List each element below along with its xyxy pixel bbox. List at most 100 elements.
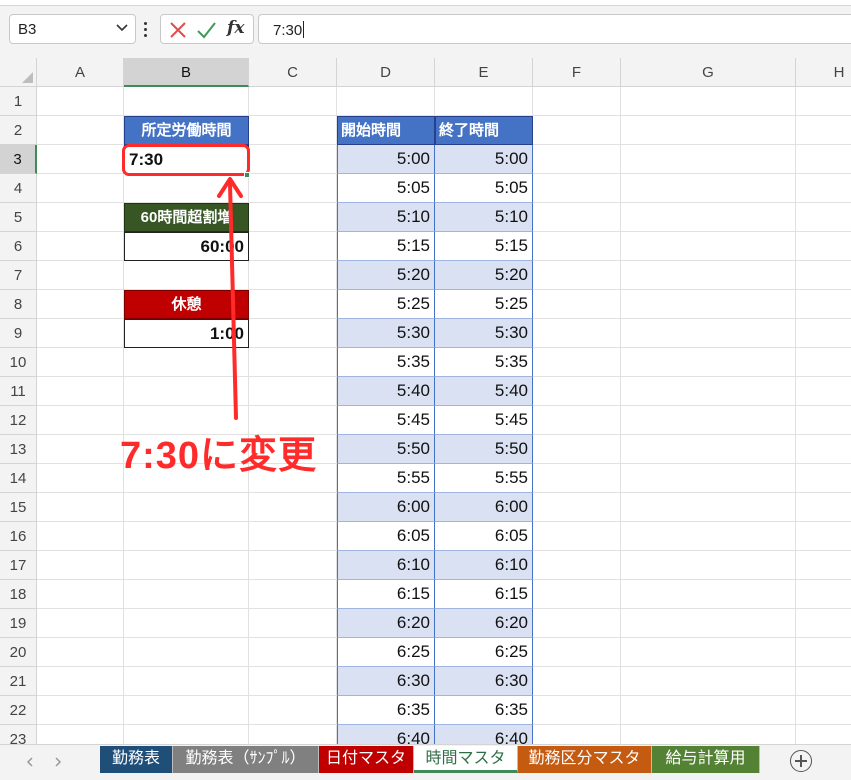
sheet-tab-work-category-master[interactable]: 勤務区分マスタ xyxy=(518,746,652,773)
gridline xyxy=(123,87,124,744)
start-time-cell[interactable]: 6:15 xyxy=(337,580,435,609)
row-header-18[interactable]: 18 xyxy=(0,580,37,609)
end-time-cell[interactable]: 6:05 xyxy=(435,522,533,551)
end-time-cell[interactable]: 5:20 xyxy=(435,261,533,290)
end-time-cell[interactable]: 5:50 xyxy=(435,435,533,464)
end-time-cell[interactable]: 6:30 xyxy=(435,667,533,696)
end-time-cell[interactable]: 5:35 xyxy=(435,348,533,377)
sheet-tab-time-master[interactable]: 時間マスタ xyxy=(414,746,518,773)
sheet-tab-date-master[interactable]: 日付マスタ xyxy=(319,746,414,773)
end-time-cell[interactable]: 5:40 xyxy=(435,377,533,406)
start-time-cell[interactable]: 5:50 xyxy=(337,435,435,464)
row-header-4[interactable]: 4 xyxy=(0,174,37,203)
cell-b5-header[interactable]: 60時間超割増 xyxy=(124,203,249,232)
start-time-cell[interactable]: 6:00 xyxy=(337,493,435,522)
start-time-cell[interactable]: 5:05 xyxy=(337,174,435,203)
cell-b9[interactable]: 1:00 xyxy=(124,319,249,348)
start-time-cell[interactable]: 5:20 xyxy=(337,261,435,290)
more-options-icon[interactable] xyxy=(144,22,148,38)
end-time-cell[interactable]: 5:10 xyxy=(435,203,533,232)
previous-sheet-icon[interactable] xyxy=(24,755,36,769)
start-time-cell[interactable]: 6:30 xyxy=(337,667,435,696)
start-time-cell[interactable]: 5:00 xyxy=(337,145,435,174)
row-header-11[interactable]: 11 xyxy=(0,377,37,406)
cell-b2-header[interactable]: 所定労働時間 xyxy=(124,116,249,145)
start-time-cell[interactable]: 6:05 xyxy=(337,522,435,551)
start-time-cell[interactable]: 5:35 xyxy=(337,348,435,377)
name-box-value: B3 xyxy=(18,21,37,38)
row-header-10[interactable]: 10 xyxy=(0,348,37,377)
end-time-cell[interactable]: 5:15 xyxy=(435,232,533,261)
enter-check-icon[interactable] xyxy=(195,19,217,41)
column-header-e[interactable]: E xyxy=(435,58,533,87)
end-time-cell[interactable]: 6:25 xyxy=(435,638,533,667)
cancel-icon[interactable] xyxy=(167,19,189,41)
end-time-cell[interactable]: 6:20 xyxy=(435,609,533,638)
row-header-6[interactable]: 6 xyxy=(0,232,37,261)
cell-d2-header[interactable]: 開始時間 xyxy=(337,116,435,145)
next-sheet-icon[interactable] xyxy=(52,755,64,769)
sheet-tab-payroll[interactable]: 給与計算用 xyxy=(652,746,760,773)
row-header-16[interactable]: 16 xyxy=(0,522,37,551)
sheet-tab-kinmuhyo[interactable]: 勤務表 xyxy=(100,746,173,773)
end-time-cell[interactable]: 6:00 xyxy=(435,493,533,522)
start-time-cell[interactable]: 5:45 xyxy=(337,406,435,435)
row-header-22[interactable]: 22 xyxy=(0,696,37,725)
end-time-cell[interactable]: 5:05 xyxy=(435,174,533,203)
sheet-tab-kinmuhyo-sample[interactable]: 勤務表（ｻﾝﾌﾟﾙ） xyxy=(173,746,319,773)
column-header-h[interactable]: H xyxy=(796,58,851,87)
gridline xyxy=(248,87,249,744)
cell-b8-header[interactable]: 休憩 xyxy=(124,290,249,319)
start-time-cell[interactable]: 5:30 xyxy=(337,319,435,348)
end-time-cell[interactable]: 5:30 xyxy=(435,319,533,348)
row-header-7[interactable]: 7 xyxy=(0,261,37,290)
gridline xyxy=(620,87,621,744)
chevron-down-icon[interactable] xyxy=(115,20,129,34)
sheet-tab-bar: 勤務表 勤務表（ｻﾝﾌﾟﾙ） 日付マスタ 時間マスタ 勤務区分マスタ 給与計算用 xyxy=(0,744,851,780)
start-time-cell[interactable]: 5:25 xyxy=(337,290,435,319)
row-header-17[interactable]: 17 xyxy=(0,551,37,580)
end-time-cell[interactable]: 5:25 xyxy=(435,290,533,319)
end-time-cell[interactable]: 5:45 xyxy=(435,406,533,435)
start-time-cell[interactable]: 5:10 xyxy=(337,203,435,232)
cell-b6[interactable]: 60:00 xyxy=(124,232,249,261)
insert-function-icon[interactable]: fx xyxy=(227,18,249,40)
start-time-cell[interactable]: 6:25 xyxy=(337,638,435,667)
select-all-corner[interactable] xyxy=(0,58,37,87)
start-time-cell[interactable]: 5:55 xyxy=(337,464,435,493)
start-time-cell[interactable]: 6:20 xyxy=(337,609,435,638)
row-header-21[interactable]: 21 xyxy=(0,667,37,696)
name-box[interactable]: B3 xyxy=(9,14,136,44)
column-header-a[interactable]: A xyxy=(37,58,124,87)
column-header-c[interactable]: C xyxy=(249,58,337,87)
end-time-cell[interactable]: 5:00 xyxy=(435,145,533,174)
row-header-19[interactable]: 19 xyxy=(0,609,37,638)
add-sheet-icon[interactable] xyxy=(790,750,812,772)
start-time-cell[interactable]: 6:35 xyxy=(337,696,435,725)
formula-input[interactable]: 7:30 xyxy=(258,14,851,44)
cell-e2-header[interactable]: 終了時間 xyxy=(435,116,533,145)
column-header-f[interactable]: F xyxy=(533,58,621,87)
row-header-9[interactable]: 9 xyxy=(0,319,37,348)
row-header-15[interactable]: 15 xyxy=(0,493,37,522)
column-header-d[interactable]: D xyxy=(337,58,435,87)
column-header-g[interactable]: G xyxy=(621,58,796,87)
row-header-3[interactable]: 3 xyxy=(0,145,37,174)
end-time-cell[interactable]: 5:55 xyxy=(435,464,533,493)
row-header-8[interactable]: 8 xyxy=(0,290,37,319)
end-time-cell[interactable]: 6:35 xyxy=(435,696,533,725)
row-header-13[interactable]: 13 xyxy=(0,435,37,464)
row-header-12[interactable]: 12 xyxy=(0,406,37,435)
row-header-1[interactable]: 1 xyxy=(0,87,37,116)
column-header-b[interactable]: B xyxy=(124,58,249,87)
row-header-5[interactable]: 5 xyxy=(0,203,37,232)
end-time-cell[interactable]: 6:10 xyxy=(435,551,533,580)
row-header-14[interactable]: 14 xyxy=(0,464,37,493)
row-header-2[interactable]: 2 xyxy=(0,116,37,145)
row-header-20[interactable]: 20 xyxy=(0,638,37,667)
start-time-cell[interactable]: 6:10 xyxy=(337,551,435,580)
fill-handle[interactable] xyxy=(244,172,250,178)
start-time-cell[interactable]: 5:15 xyxy=(337,232,435,261)
start-time-cell[interactable]: 5:40 xyxy=(337,377,435,406)
end-time-cell[interactable]: 6:15 xyxy=(435,580,533,609)
